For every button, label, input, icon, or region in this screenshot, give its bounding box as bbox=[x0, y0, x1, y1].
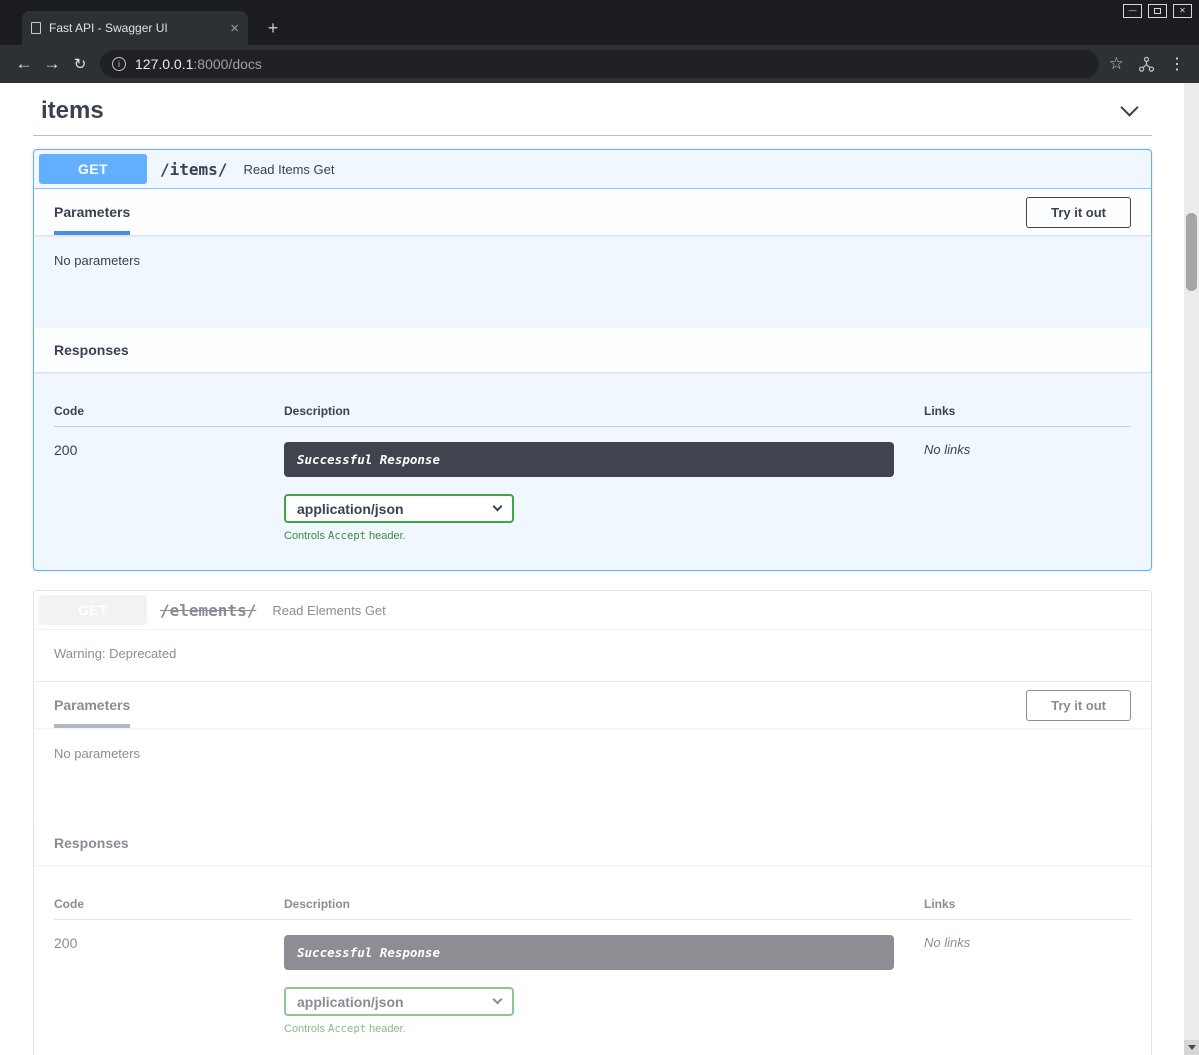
response-code: 200 bbox=[54, 442, 284, 542]
back-icon[interactable]: ← bbox=[10, 54, 38, 74]
operation-summary: Read Items Get bbox=[243, 162, 334, 177]
network-icon[interactable] bbox=[1138, 56, 1155, 73]
document-icon bbox=[31, 22, 41, 34]
titlebar: Fast API - Swagger UI × + — ✕ bbox=[0, 0, 1199, 45]
forward-icon[interactable]: → bbox=[38, 54, 66, 74]
column-description: Description bbox=[284, 404, 924, 418]
scroll-down-arrow-icon bbox=[1188, 1045, 1196, 1050]
window-controls: — ✕ bbox=[1123, 4, 1192, 18]
column-links: Links bbox=[924, 897, 1131, 911]
accept-header-note: Controls Accept header. bbox=[284, 1023, 924, 1035]
page-viewport: items GET /items/ Read Items Get Paramet… bbox=[0, 83, 1199, 1055]
media-type-select[interactable]: application/json bbox=[284, 494, 514, 523]
maximize-icon bbox=[1154, 8, 1161, 14]
network-icon-svg bbox=[1138, 56, 1155, 73]
accept-note-prefix: Controls bbox=[284, 1023, 328, 1035]
responses-label: Responses bbox=[54, 835, 129, 851]
media-type-value: application/json bbox=[297, 994, 404, 1010]
responses-header: Responses bbox=[34, 328, 1151, 372]
accept-note-suffix: header. bbox=[366, 1023, 406, 1035]
tag-divider bbox=[33, 135, 1152, 136]
browser-toolbar: ← → ↻ i 127.0.0.1:8000/docs ☆ ⋮ bbox=[0, 45, 1199, 83]
response-description: Successful Response bbox=[284, 442, 894, 477]
response-row: 200 Successful Response application/json… bbox=[54, 427, 1131, 542]
response-code: 200 bbox=[54, 935, 284, 1035]
responses-table: Code Description Links 200 Successful Re… bbox=[34, 372, 1151, 570]
swagger-content: items GET /items/ Read Items Get Paramet… bbox=[0, 83, 1199, 1055]
select-chevron-icon bbox=[493, 995, 503, 1005]
accept-header-note: Controls Accept header. bbox=[284, 530, 924, 542]
scrollbar-thumb[interactable] bbox=[1186, 213, 1197, 291]
new-tab-button[interactable]: + bbox=[260, 15, 286, 41]
column-code: Code bbox=[54, 897, 284, 911]
deprecated-warning: Warning: Deprecated bbox=[34, 630, 1151, 682]
no-parameters-text: No parameters bbox=[34, 728, 1151, 821]
column-links: Links bbox=[924, 404, 1131, 418]
responses-table-head: Code Description Links bbox=[54, 897, 1131, 920]
responses-table: Code Description Links 200 Successful Re… bbox=[34, 865, 1151, 1055]
response-description-cell: Successful Response application/json Con… bbox=[284, 935, 924, 1035]
scrollbar-down-button[interactable] bbox=[1184, 1040, 1199, 1055]
toolbar-right: ☆ ⋮ bbox=[1109, 54, 1189, 74]
menu-kebab-icon[interactable]: ⋮ bbox=[1169, 54, 1185, 74]
accept-note-code: Accept bbox=[328, 1023, 366, 1035]
browser-tab[interactable]: Fast API - Swagger UI × bbox=[22, 11, 248, 45]
parameters-header: Parameters Try it out bbox=[34, 682, 1151, 728]
accept-note-prefix: Controls bbox=[284, 530, 328, 542]
tab-title: Fast API - Swagger UI bbox=[49, 21, 222, 35]
minimize-button[interactable]: — bbox=[1123, 4, 1142, 18]
site-info-icon[interactable]: i bbox=[112, 57, 126, 71]
no-parameters-text: No parameters bbox=[34, 235, 1151, 328]
browser-window: Fast API - Swagger UI × + — ✕ ← → ↻ i 12… bbox=[0, 0, 1199, 1055]
opblock-get-items: GET /items/ Read Items Get Parameters Tr… bbox=[33, 149, 1152, 571]
parameters-label: Parameters bbox=[54, 697, 130, 713]
response-description-cell: Successful Response application/json Con… bbox=[284, 442, 924, 542]
tag-title: items bbox=[41, 97, 104, 125]
responses-header: Responses bbox=[34, 821, 1151, 865]
parameters-tab[interactable]: Parameters bbox=[54, 189, 130, 235]
response-links: No links bbox=[924, 442, 1131, 542]
operation-path: /items/ bbox=[160, 160, 227, 179]
responses-label: Responses bbox=[54, 342, 129, 358]
url-text[interactable]: 127.0.0.1:8000/docs bbox=[135, 56, 262, 72]
response-description: Successful Response bbox=[284, 935, 894, 970]
select-chevron-icon bbox=[493, 502, 503, 512]
bookmark-star-icon[interactable]: ☆ bbox=[1109, 54, 1124, 74]
accept-note-code: Accept bbox=[328, 530, 366, 542]
parameters-tab[interactable]: Parameters bbox=[54, 682, 130, 728]
tag-section-header[interactable]: items bbox=[33, 93, 1152, 135]
accept-note-suffix: header. bbox=[366, 530, 406, 542]
address-bar[interactable]: i 127.0.0.1:8000/docs bbox=[100, 50, 1099, 78]
media-type-value: application/json bbox=[297, 501, 404, 517]
parameters-label: Parameters bbox=[54, 204, 130, 220]
operation-path: /elements/ bbox=[160, 601, 256, 620]
column-description: Description bbox=[284, 897, 924, 911]
responses-table-head: Code Description Links bbox=[54, 404, 1131, 427]
opblock-summary[interactable]: GET /items/ Read Items Get bbox=[34, 150, 1151, 189]
opblock-get-elements-deprecated: GET /elements/ Read Elements Get Warning… bbox=[33, 590, 1152, 1055]
method-badge: GET bbox=[39, 154, 147, 184]
opblock-summary[interactable]: GET /elements/ Read Elements Get bbox=[34, 591, 1151, 630]
response-links: No links bbox=[924, 935, 1131, 1035]
parameters-header: Parameters Try it out bbox=[34, 189, 1151, 235]
close-button[interactable]: ✕ bbox=[1173, 4, 1192, 18]
chevron-down-icon[interactable] bbox=[1120, 98, 1138, 116]
try-it-out-button[interactable]: Try it out bbox=[1026, 690, 1131, 721]
operation-summary: Read Elements Get bbox=[272, 603, 385, 618]
url-host: 127.0.0.1 bbox=[135, 56, 193, 72]
tab-close-icon[interactable]: × bbox=[230, 21, 239, 36]
column-code: Code bbox=[54, 404, 284, 418]
reload-icon[interactable]: ↻ bbox=[66, 55, 94, 73]
media-type-select[interactable]: application/json bbox=[284, 987, 514, 1016]
method-badge: GET bbox=[39, 595, 147, 625]
page-scrollbar[interactable] bbox=[1184, 83, 1199, 1055]
try-it-out-button[interactable]: Try it out bbox=[1026, 197, 1131, 228]
maximize-button[interactable] bbox=[1148, 4, 1167, 18]
url-path: :8000/docs bbox=[193, 56, 262, 72]
response-row: 200 Successful Response application/json… bbox=[54, 920, 1131, 1035]
